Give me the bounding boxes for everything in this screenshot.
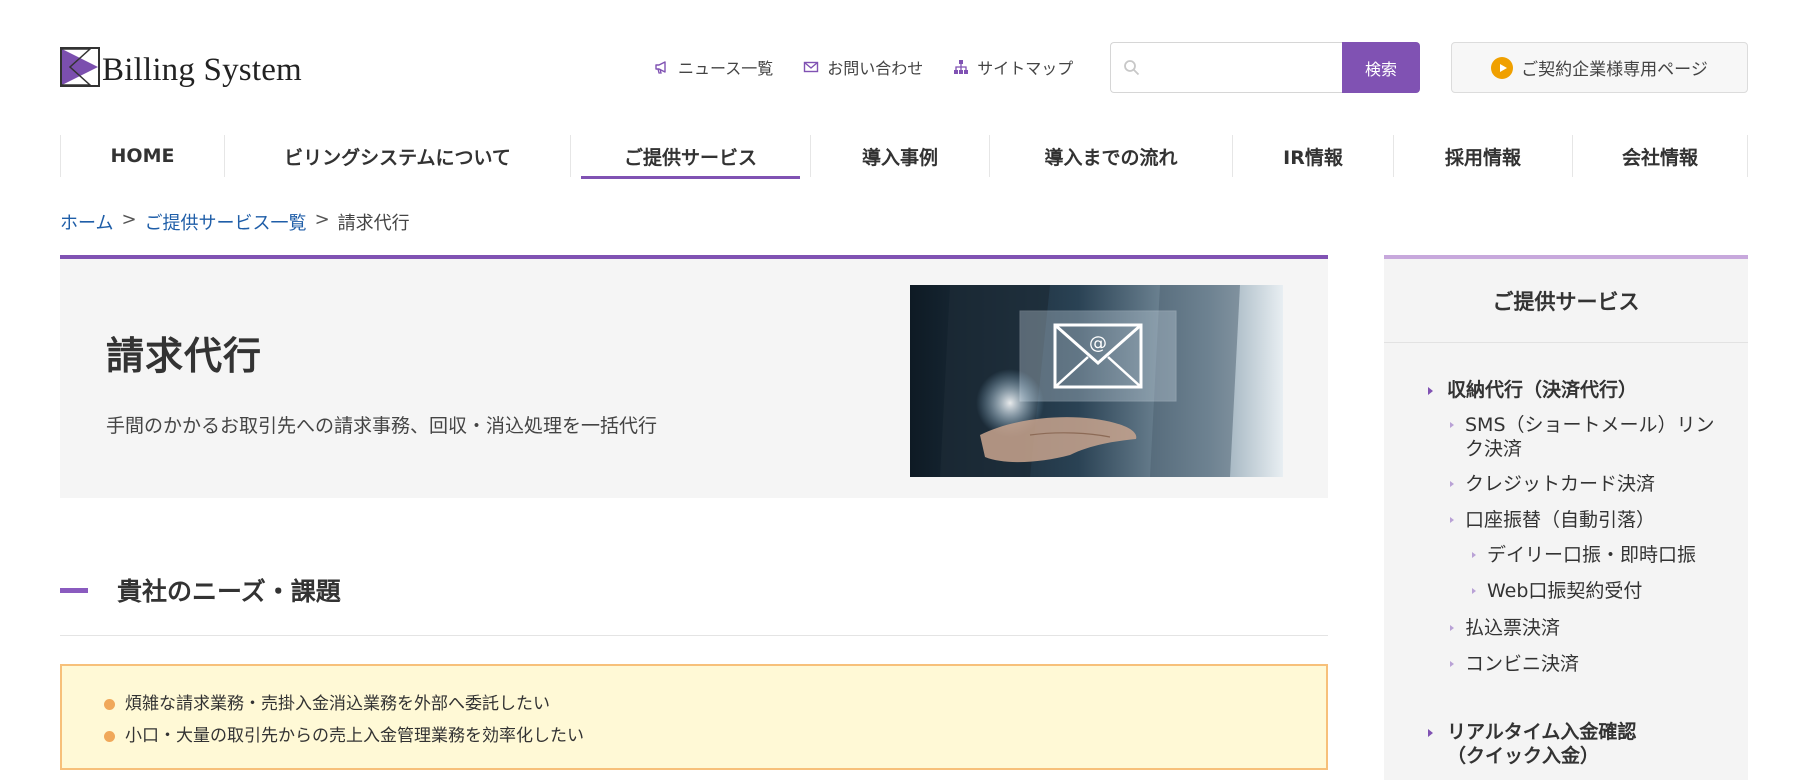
- sitemap-link-label: サイトマップ: [977, 59, 1074, 78]
- nav-case-studies[interactable]: 導入事例: [810, 135, 989, 177]
- sidebar-item-payment-agency[interactable]: 収納代行（決済代行）: [1428, 378, 1728, 402]
- nav-services[interactable]: ご提供サービス: [570, 135, 810, 179]
- news-link-label: ニュース一覧: [678, 59, 774, 78]
- nav-ir[interactable]: IR情報: [1232, 135, 1393, 177]
- section-heading: 貴社のニーズ・課題: [60, 568, 1328, 636]
- caret-right-icon: [1472, 588, 1476, 594]
- sidebar-item-daily-debit[interactable]: デイリー口振・即時口振: [1472, 543, 1722, 567]
- page-description: 手間のかかるお取引先への請求事務、回収・消込処理を一括代行: [106, 415, 658, 437]
- sidebar-item-credit-card[interactable]: クレジットカード決済: [1450, 472, 1720, 496]
- nav-introduction-flow[interactable]: 導入までの流れ: [989, 135, 1232, 177]
- page-hero: 請求代行 手間のかかるお取引先への請求事務、回収・消込処理を一括代行 @: [60, 255, 1328, 498]
- caret-right-icon: [1450, 661, 1454, 667]
- breadcrumb-home-link[interactable]: ホーム: [60, 209, 113, 235]
- sidebar-item-realtime-deposit[interactable]: リアルタイム入金確認（クイック入金）: [1428, 720, 1668, 768]
- breadcrumb-current: 請求代行: [337, 213, 410, 234]
- nav-home[interactable]: HOME: [60, 135, 224, 177]
- logo-mark-icon: [60, 47, 100, 87]
- caret-right-icon: [1450, 481, 1454, 487]
- breadcrumb-separator: >: [314, 209, 330, 230]
- sidebar-item-web-debit-contract[interactable]: Web口振契約受付: [1472, 579, 1722, 603]
- search-form: 検索: [1110, 42, 1420, 93]
- sidebar-item-sms-link[interactable]: SMS（ショートメール）リンク決済: [1450, 413, 1720, 461]
- mail-icon: [804, 61, 819, 73]
- contact-link-label: お問い合わせ: [827, 59, 924, 78]
- heading-accent-bar: [60, 588, 88, 593]
- member-page-button[interactable]: ご契約企業様専用ページ: [1451, 42, 1748, 93]
- sitemap-link[interactable]: サイトマップ: [953, 55, 1073, 79]
- megaphone-icon: [655, 61, 666, 74]
- caret-right-icon: [1450, 422, 1454, 428]
- play-circle-icon: [1491, 56, 1514, 79]
- svg-text:@: @: [1089, 333, 1107, 354]
- sitemap-icon: [954, 60, 969, 74]
- caret-right-icon: [1450, 517, 1454, 523]
- sidebar-title: ご提供サービス: [1384, 259, 1748, 343]
- breadcrumb-separator: >: [121, 209, 137, 230]
- caret-right-icon: [1450, 625, 1454, 631]
- section-heading-text: 貴社のニーズ・課題: [117, 577, 341, 606]
- page-title: 請求代行: [106, 334, 263, 378]
- needs-list: 煩雑な請求業務・売掛入金消込業務を外部へ委託したい 小口・大量の取引先からの売上…: [60, 664, 1328, 770]
- global-nav: HOME ビリングシステムについて ご提供サービス 導入事例 導入までの流れ I…: [60, 135, 1748, 179]
- hero-image: @: [910, 285, 1283, 477]
- search-button[interactable]: 検索: [1342, 42, 1420, 93]
- contact-link[interactable]: お問い合わせ: [803, 55, 923, 79]
- breadcrumb-services-link[interactable]: ご提供サービス一覧: [145, 209, 307, 235]
- breadcrumb: ホーム > ご提供サービス一覧 > 請求代行: [60, 209, 410, 235]
- sidebar: ご提供サービス 収納代行（決済代行） SMS（ショートメール）リンク決済 クレジ…: [1384, 255, 1748, 780]
- news-link[interactable]: ニュース一覧: [654, 55, 773, 79]
- nav-recruit[interactable]: 採用情報: [1393, 135, 1572, 177]
- caret-right-icon: [1472, 552, 1476, 558]
- caret-right-icon: [1428, 729, 1433, 737]
- search-icon: [1124, 60, 1140, 76]
- caret-right-icon: [1428, 387, 1433, 395]
- list-item: 煩雑な請求業務・売掛入金消込業務を外部へ委託したい: [104, 688, 1284, 720]
- utility-links: ニュース一覧 お問い合わせ サイトマップ: [654, 55, 1073, 79]
- nav-company[interactable]: 会社情報: [1572, 135, 1748, 177]
- logo[interactable]: Billing System: [60, 45, 302, 87]
- sidebar-item-payment-slip[interactable]: 払込票決済: [1450, 616, 1720, 640]
- list-item: 小口・大量の取引先からの売上入金管理業務を効率化したい: [104, 720, 1284, 752]
- sidebar-item-direct-debit[interactable]: 口座振替（自動引落）: [1450, 508, 1720, 532]
- search-input[interactable]: [1140, 43, 1342, 92]
- sidebar-item-convenience-store[interactable]: コンビニ決済: [1450, 652, 1720, 676]
- nav-about[interactable]: ビリングシステムについて: [224, 135, 570, 177]
- member-page-label: ご契約企業様専用ページ: [1521, 60, 1708, 80]
- logo-text: Billing System: [102, 52, 302, 88]
- search-box: [1110, 42, 1342, 93]
